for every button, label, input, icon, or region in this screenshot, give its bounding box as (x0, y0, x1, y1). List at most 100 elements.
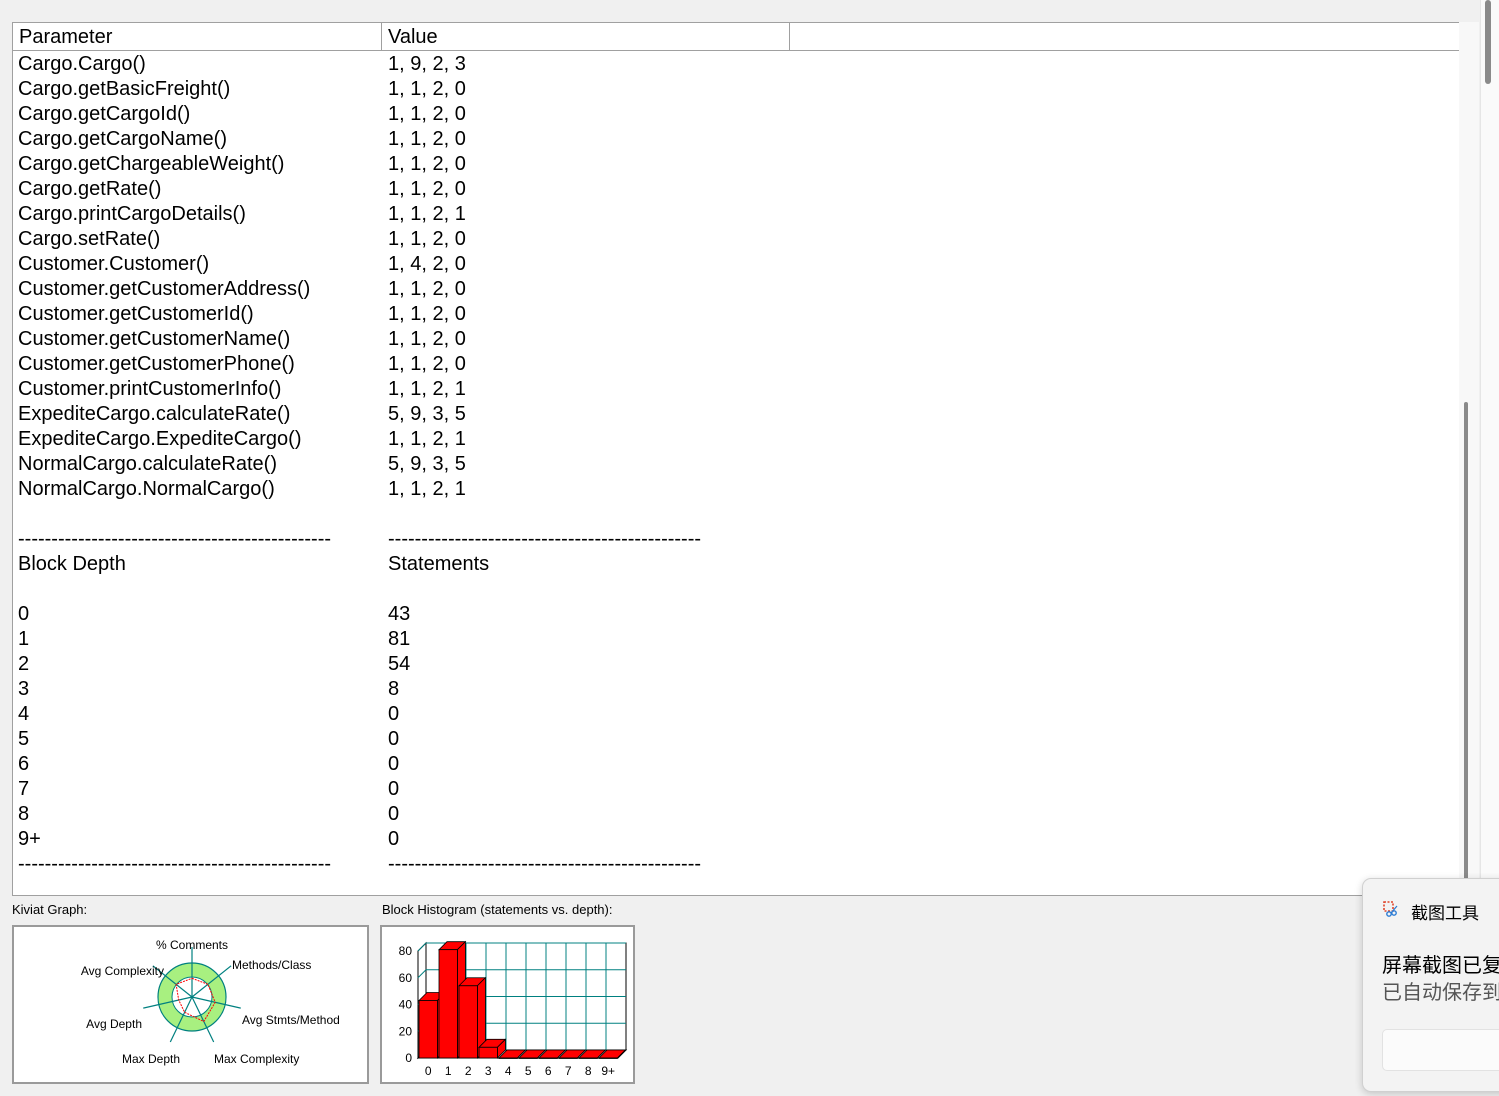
cell-value: 0 (388, 753, 400, 775)
cell-parameter: NormalCargo.NormalCargo() (18, 478, 275, 500)
cell-value: 1, 1, 2, 0 (388, 78, 466, 100)
results-table: Parameter Value Cargo.Cargo() 1, 9, 2, 3C… (12, 22, 1459, 896)
table-row[interactable]: 60 (13, 752, 1459, 777)
y-tick-label: 0 (405, 1051, 412, 1065)
table-row[interactable]: 1 81 (13, 627, 1459, 652)
cell-parameter: Cargo.setRate() (18, 228, 161, 250)
cell-parameter: Cargo.getChargeableWeight() (18, 153, 285, 175)
table-row[interactable]: ExpediteCargo.calculateRate() 5, 9, 3, 5 (13, 402, 1459, 427)
table-row[interactable]: Cargo.getCargoId() 1, 1, 2, 0 (13, 102, 1459, 127)
cell-parameter: Customer.getCustomerAddress() (18, 278, 311, 300)
vertical-scrollbar[interactable] (1459, 22, 1479, 894)
table-row[interactable]: Cargo.getRate() 1, 1, 2, 0 (13, 177, 1459, 202)
table-row[interactable]: 80 (13, 802, 1459, 827)
histogram-plot: 0204060800 1 2 3 4 5 6 7 8 9+ (399, 940, 628, 1078)
x-tick-label: 6 (545, 1064, 552, 1078)
cell-parameter: Customer.Customer() (18, 253, 210, 275)
cell-value: 1, 1, 2, 0 (388, 103, 466, 125)
cell-parameter: ----------------------------------------… (18, 528, 332, 550)
screenshot-notification[interactable]: 截图工具 屏幕截图已复 已自动保存到 (1362, 878, 1499, 1092)
kiviat-axis-label: Avg Depth (86, 1017, 142, 1031)
kiviat-axis-label: Max Complexity (214, 1052, 299, 1066)
table-row[interactable]: Cargo.printCargoDetails() 1, 1, 2, 1 (13, 202, 1459, 227)
table-row[interactable]: ----------------------------------------… (13, 852, 1459, 877)
kiviat-axis-label: Avg Stmts/Method (242, 1013, 340, 1027)
cell-value: 1, 1, 2, 1 (388, 203, 466, 225)
x-tick-label: 4 (505, 1064, 512, 1078)
cell-value: 1, 1, 2, 0 (388, 178, 466, 200)
snipping-tool-icon (1383, 901, 1398, 917)
scrollbar-thumb[interactable] (1464, 402, 1468, 894)
cell-parameter: 4 (18, 703, 30, 725)
cell-value: 81 (388, 628, 411, 650)
column-header-value[interactable]: Value (382, 23, 790, 50)
table-row[interactable]: Cargo.getCargoName() 1, 1, 2, 0 (13, 127, 1459, 152)
cell-parameter: Customer.getCustomerName() (18, 328, 291, 350)
table-row[interactable]: 40 (13, 702, 1459, 727)
block-histogram-label: Block Histogram (statements vs. depth): (382, 902, 613, 917)
table-row[interactable]: Cargo.setRate() 1, 1, 2, 0 (13, 227, 1459, 252)
table-row[interactable]: Cargo.Cargo() 1, 9, 2, 3 (13, 52, 1459, 77)
cell-parameter: 3 (18, 678, 30, 700)
cell-value: 54 (388, 653, 411, 675)
table-row[interactable]: 9+ 0 (13, 827, 1459, 852)
window-edge (1480, 0, 1499, 880)
table-row[interactable]: Customer.printCustomerInfo() 1, 1, 2, 1 (13, 377, 1459, 402)
cell-parameter: ExpediteCargo.calculateRate() (18, 403, 291, 425)
cell-value: 1, 1, 2, 0 (388, 278, 466, 300)
cell-value: 0 (388, 728, 400, 750)
cell-parameter: 6 (18, 753, 30, 775)
cell-parameter: 5 (18, 728, 30, 750)
cell-parameter: 7 (18, 778, 30, 800)
cell-value: Statements (388, 553, 490, 575)
table-row[interactable]: 2 54 (13, 652, 1459, 677)
table-row[interactable]: Customer.getCustomerId() 1, 1, 2, 0 (13, 302, 1459, 327)
table-row[interactable]: NormalCargo.calculateRate() 5, 9, 3, 5 (13, 452, 1459, 477)
cell-parameter: Customer.printCustomerInfo() (18, 378, 282, 400)
table-row[interactable]: NormalCargo.NormalCargo() 1, 1, 2, 1 (13, 477, 1459, 502)
toast-app-name: 截图工具 (1411, 904, 1479, 923)
table-row[interactable]: Cargo.getChargeableWeight() 1, 1, 2, 0 (13, 152, 1459, 177)
table-row[interactable]: Cargo.getBasicFreight() 1, 1, 2, 0 (13, 77, 1459, 102)
histogram-chart: 0204060800 1 2 3 4 5 6 7 8 9+ (399, 940, 628, 1078)
table-row[interactable]: Block Depth Statements (13, 552, 1459, 577)
table-row[interactable]: ----------------------------------------… (13, 527, 1459, 552)
x-tick-label: 9+ (601, 1064, 615, 1078)
table-header: Parameter Value (13, 23, 1459, 51)
toast-action-button[interactable] (1382, 1029, 1499, 1071)
cell-value: 0 (388, 778, 400, 800)
table-row[interactable]: Customer.Customer() 1, 4, 2, 0 (13, 252, 1459, 277)
cell-parameter: NormalCargo.calculateRate() (18, 453, 277, 475)
block-histogram: 0 20 40 60 80 0 1 2 3 4 5 6 7 8 9+ (380, 925, 635, 1084)
cell-parameter: Cargo.printCargoDetails() (18, 203, 246, 225)
cell-parameter: 9+ (18, 828, 41, 850)
table-row[interactable]: ExpediteCargo.ExpediteCargo() 1, 1, 2, 1 (13, 427, 1459, 452)
table-row[interactable]: 50 (13, 727, 1459, 752)
column-header-parameter[interactable]: Parameter (13, 23, 382, 50)
cell-parameter: Block Depth (18, 553, 126, 575)
cell-parameter: Customer.getCustomerId() (18, 303, 254, 325)
cell-parameter: Cargo.Cargo() (18, 53, 146, 75)
table-row[interactable]: 0 43 (13, 602, 1459, 627)
kiviat-chart: % Comments Methods/Class Avg Stmts/Method M… (81, 938, 340, 1066)
cell-parameter: Cargo.getCargoName() (18, 128, 227, 150)
cell-parameter: 1 (18, 628, 30, 650)
kiviat-graph-body: % Comments Methods/Class Avg Stmts/Method M… (81, 938, 340, 1066)
table-row[interactable] (13, 577, 1459, 602)
x-tick-label: 2 (465, 1064, 472, 1078)
cell-parameter: ----------------------------------------… (18, 853, 332, 875)
y-tick-label: 60 (399, 971, 413, 985)
table-row[interactable]: Customer.getCustomerPhone() 1, 1, 2, 0 (13, 352, 1459, 377)
kiviat-axis-label: Methods/Class (232, 958, 311, 972)
table-row[interactable]: Customer.getCustomerName() 1, 1, 2, 0 (13, 327, 1459, 352)
x-tick-label: 8 (585, 1064, 592, 1078)
cell-value: 0 (388, 703, 400, 725)
outer-scrollbar-thumb[interactable] (1485, 0, 1491, 84)
x-tick-label: 7 (565, 1064, 572, 1078)
cell-parameter: Cargo.getRate() (18, 178, 162, 200)
cell-value: 1, 1, 2, 0 (388, 153, 466, 175)
table-row[interactable]: 70 (13, 777, 1459, 802)
table-row[interactable]: Customer.getCustomerAddress() 1, 1, 2, 0 (13, 277, 1459, 302)
table-row[interactable]: 38 (13, 677, 1459, 702)
table-row[interactable] (13, 502, 1459, 527)
